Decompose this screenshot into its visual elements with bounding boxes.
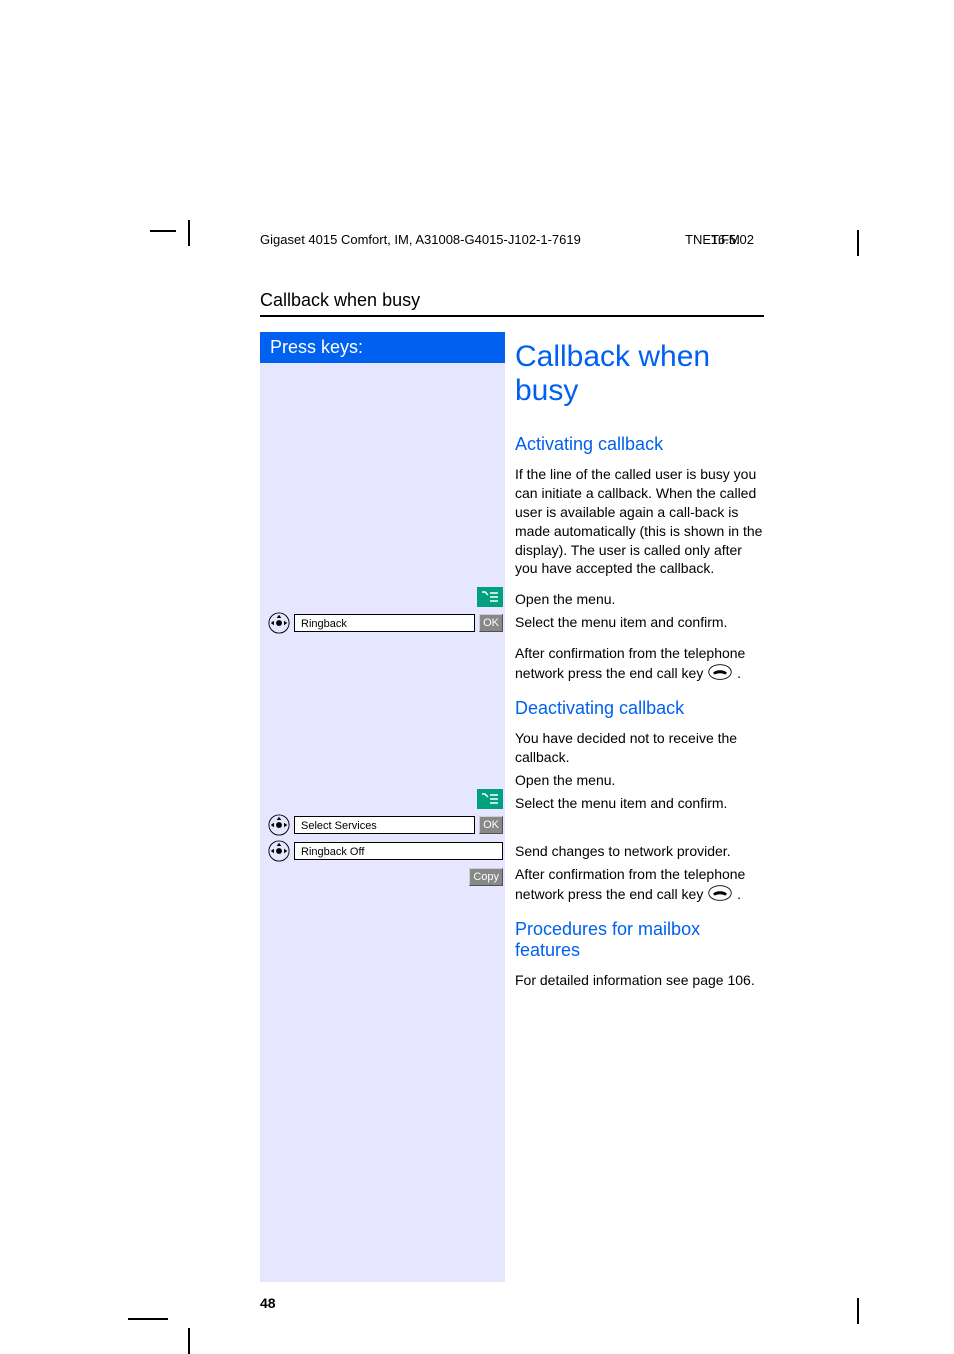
end-call-icon bbox=[707, 884, 733, 907]
ok-button: OK bbox=[479, 816, 503, 834]
deactivating-after-confirm: After confirmation from the telephone ne… bbox=[515, 865, 764, 907]
end-call-icon bbox=[707, 663, 733, 686]
activating-after-confirm: After confirmation from the telephone ne… bbox=[515, 644, 764, 686]
body-column: Callback when busy Activating callback I… bbox=[505, 332, 764, 1282]
open-menu-key-row bbox=[260, 585, 505, 609]
cropmark bbox=[188, 1328, 190, 1354]
activating-select-confirm: Select the menu item and confirm. bbox=[515, 613, 764, 632]
deactivating-after-confirm-suffix: . bbox=[737, 886, 741, 902]
press-keys-column: Press keys: Ringback OK Select Services … bbox=[260, 332, 505, 1282]
menu-item-ringback-off: Ringback Off bbox=[294, 842, 503, 860]
mailbox-heading: Procedures for mailbox features bbox=[515, 919, 764, 961]
select-services-key-row: Select Services OK bbox=[260, 813, 505, 837]
running-header-text: Callback when busy bbox=[260, 290, 420, 310]
ok-button: OK bbox=[479, 614, 503, 632]
page-number: 48 bbox=[260, 1295, 276, 1311]
ringback-key-row: Ringback OK bbox=[260, 611, 505, 635]
menu-icon bbox=[477, 587, 503, 607]
cropmark bbox=[857, 1298, 859, 1324]
open-menu-key-row-2 bbox=[260, 787, 505, 811]
copy-button: Copy bbox=[469, 868, 503, 886]
content-area: Press keys: Ringback OK Select Services … bbox=[260, 332, 764, 1282]
activating-open-menu: Open the menu. bbox=[515, 590, 764, 609]
page: Gigaset 4015 Comfort, IM, A31008-G4015-J… bbox=[0, 0, 954, 1351]
cropmark bbox=[188, 220, 190, 246]
mailbox-text: For detailed information see page 106. bbox=[515, 971, 764, 990]
page-title: Callback when busy bbox=[515, 340, 764, 408]
dpad-icon bbox=[268, 612, 290, 634]
copy-key-row: Copy bbox=[260, 865, 505, 889]
ringback-off-key-row: Ringback Off bbox=[260, 839, 505, 863]
deactivating-open-menu: Open the menu. bbox=[515, 771, 764, 790]
doc-date: 16.5.02 bbox=[711, 232, 754, 247]
menu-icon bbox=[477, 789, 503, 809]
menu-item-select-services: Select Services bbox=[294, 816, 475, 834]
cropmark bbox=[128, 1318, 168, 1320]
dpad-icon bbox=[268, 814, 290, 836]
deactivating-intro: You have decided not to receive the call… bbox=[515, 729, 764, 767]
activating-intro: If the line of the called user is busy y… bbox=[515, 465, 764, 578]
activating-heading: Activating callback bbox=[515, 434, 764, 455]
dpad-icon bbox=[268, 840, 290, 862]
cropmark bbox=[150, 230, 176, 232]
activating-after-confirm-suffix: . bbox=[737, 665, 741, 681]
deactivating-heading: Deactivating callback bbox=[515, 698, 764, 719]
doc-id: Gigaset 4015 Comfort, IM, A31008-G4015-J… bbox=[260, 232, 581, 247]
cropmark bbox=[857, 230, 859, 256]
press-keys-title: Press keys: bbox=[260, 332, 505, 363]
deactivating-send-changes: Send changes to network provider. bbox=[515, 842, 764, 861]
deactivating-select-confirm: Select the menu item and confirm. bbox=[515, 794, 764, 813]
running-header: Callback when busy bbox=[260, 290, 764, 317]
menu-item-ringback: Ringback bbox=[294, 614, 475, 632]
